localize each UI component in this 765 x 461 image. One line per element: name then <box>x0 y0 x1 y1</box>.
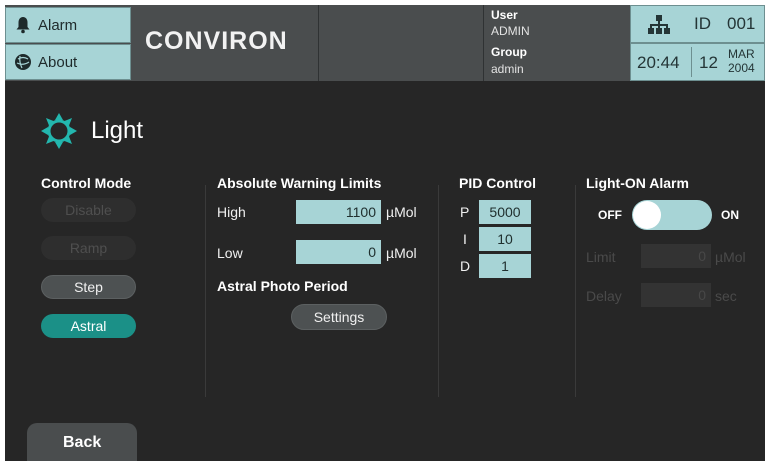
back-button[interactable]: Back <box>27 423 137 461</box>
delay-unit: sec <box>715 288 737 304</box>
id-value: 001 <box>727 14 756 33</box>
id-box[interactable]: ID 001 <box>630 5 765 43</box>
bell-icon <box>16 17 30 34</box>
header-bar: Alarm About CONVIRON User ADMIN Group ad… <box>5 5 765 81</box>
time-value: 20:44 <box>637 53 680 72</box>
day-value: 12 <box>699 53 718 72</box>
delay-label: Delay <box>586 288 622 304</box>
pid-d-label: D <box>460 258 471 274</box>
group-label: Group <box>491 45 527 59</box>
low-limit-field[interactable]: 0 <box>296 240 381 264</box>
sun-icon <box>41 113 77 149</box>
low-unit: µMol <box>386 245 417 261</box>
about-button[interactable]: About <box>5 44 131 80</box>
id-label: ID <box>694 14 711 33</box>
datetime-divider <box>691 47 692 77</box>
high-limit-field[interactable]: 1100 <box>296 200 381 224</box>
column-divider <box>575 185 576 397</box>
pid-i-label: I <box>463 231 467 247</box>
limit-unit: µMol <box>715 249 746 265</box>
header-divider <box>318 5 319 81</box>
mode-disable-button[interactable]: Disable <box>41 198 136 222</box>
alarm-delay-field[interactable]: 0 <box>641 283 711 307</box>
network-icon <box>648 15 670 34</box>
user-value: ADMIN <box>491 24 530 38</box>
screen: Alarm About CONVIRON User ADMIN Group ad… <box>5 5 765 461</box>
alarm-button[interactable]: Alarm <box>5 7 131 43</box>
control-mode-title: Control Mode <box>41 175 132 191</box>
alarm-label: Alarm <box>38 16 78 34</box>
user-label: User <box>491 8 518 22</box>
toggle-off-label: OFF <box>598 208 622 222</box>
month-value: MAR <box>728 47 755 61</box>
toggle-on-label: ON <box>721 208 739 222</box>
pid-p-label: P <box>460 204 470 220</box>
column-divider <box>205 185 206 397</box>
settings-button[interactable]: Settings <box>291 304 387 330</box>
pid-p-field[interactable]: 5000 <box>479 200 531 224</box>
low-label: Low <box>217 245 243 261</box>
pid-d-field[interactable]: 1 <box>479 254 531 278</box>
group-value: admin <box>491 62 524 76</box>
high-label: High <box>217 204 246 220</box>
globe-icon <box>15 54 31 70</box>
column-divider <box>438 185 439 397</box>
alarm-limit-field[interactable]: 0 <box>641 244 711 268</box>
datetime-box[interactable]: 20:44 12 MAR 2004 <box>630 43 765 81</box>
warning-limits-title: Absolute Warning Limits <box>217 175 382 191</box>
mode-astral-button[interactable]: Astral <box>41 314 136 338</box>
page-title: Light <box>91 117 144 144</box>
title-row: Light <box>41 113 143 149</box>
high-unit: µMol <box>386 204 417 220</box>
conviron-logo: CONVIRON <box>145 27 288 55</box>
mode-ramp-button[interactable]: Ramp <box>41 236 136 260</box>
photo-period-title: Astral Photo Period <box>217 278 348 294</box>
header-divider <box>483 5 484 81</box>
year-value: 2004 <box>728 61 755 75</box>
about-label: About <box>38 53 78 71</box>
pid-title: PID Control <box>459 175 536 191</box>
pid-i-field[interactable]: 10 <box>479 227 531 251</box>
mode-step-button[interactable]: Step <box>41 275 136 299</box>
limit-label: Limit <box>586 249 616 265</box>
light-alarm-toggle[interactable] <box>632 200 712 230</box>
toggle-knob <box>633 201 661 229</box>
light-alarm-title: Light-ON Alarm <box>586 175 689 191</box>
